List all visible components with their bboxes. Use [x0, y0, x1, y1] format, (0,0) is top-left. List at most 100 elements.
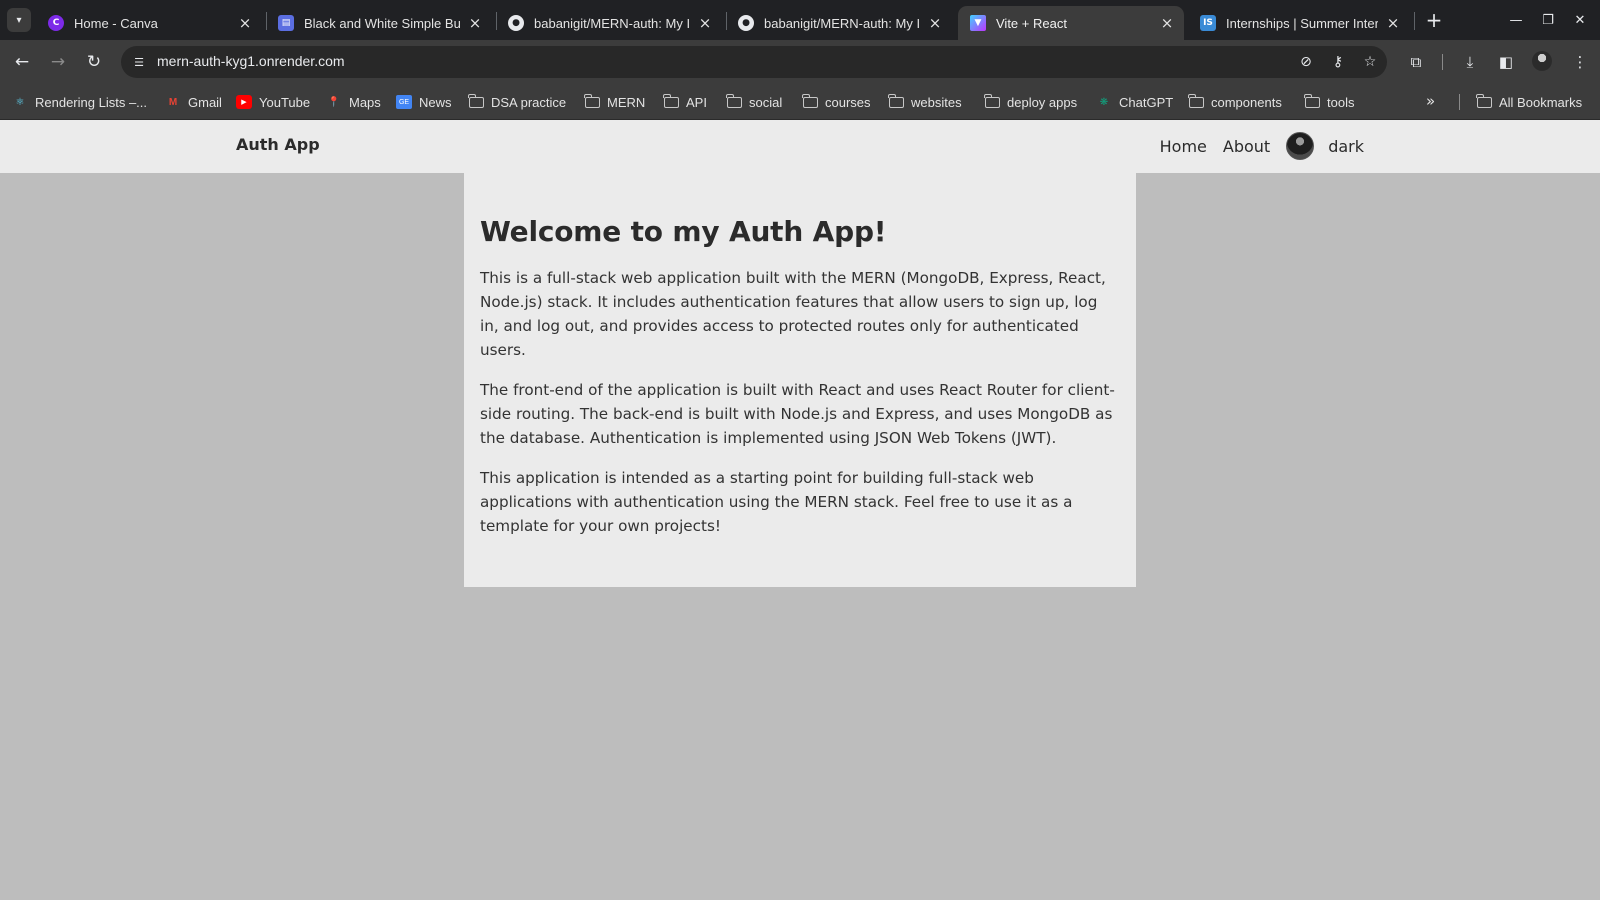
tab-github-2[interactable]: ● babanigit/MERN-auth: My I ×	[726, 6, 952, 40]
bookmark-label: Rendering Lists –...	[35, 94, 148, 110]
back-arrow-icon[interactable]: ←	[8, 48, 36, 76]
browser-profile-avatar[interactable]	[1532, 51, 1552, 71]
tab-canva[interactable]: C Home - Canva ×	[36, 6, 262, 40]
extensions-puzzle-icon[interactable]: ⧉	[1404, 50, 1428, 74]
bookmark-rendering-lists[interactable]: ⚛ Rendering Lists –...	[12, 92, 148, 112]
tab-divider	[1414, 12, 1415, 30]
browser-toolbar: ← → ↻ ☰ mern-auth-kyg1.onrender.com ⊘ ⚷ …	[0, 40, 1600, 84]
close-icon[interactable]: ×	[236, 14, 254, 32]
tab-title: Vite + React	[996, 15, 1067, 31]
tab-title: Home - Canva	[74, 15, 158, 31]
bookmark-label: tools	[1327, 94, 1355, 110]
window-close-icon[interactable]: ✕	[1566, 6, 1594, 34]
close-icon[interactable]: ×	[926, 14, 944, 32]
restore-icon[interactable]: ❐	[1534, 6, 1562, 34]
bookmark-folder-api[interactable]: API	[663, 92, 707, 112]
bookmark-folder-websites[interactable]: websites	[888, 92, 962, 112]
bookmark-label: deploy apps	[1007, 94, 1078, 110]
bookmark-gmail[interactable]: M Gmail	[165, 92, 222, 112]
tab-title: babanigit/MERN-auth: My I	[534, 15, 690, 31]
tab-strip: ▾ C Home - Canva × ▤ Black and White Sim…	[0, 0, 1600, 40]
app-brand-link[interactable]: Auth App	[236, 135, 320, 154]
bookmark-youtube[interactable]: ▶ YouTube	[236, 92, 310, 112]
folder-icon	[984, 93, 1000, 109]
bookmark-folder-deploy-apps[interactable]: deploy apps	[984, 92, 1077, 112]
username-label[interactable]: dark	[1328, 137, 1364, 156]
vite-icon: ▼	[970, 15, 986, 31]
folder-icon	[1476, 93, 1492, 109]
stack-paragraph: The front-end of the application is buil…	[480, 381, 1115, 447]
close-icon[interactable]: ×	[696, 14, 714, 32]
bookmark-label: YouTube	[259, 94, 311, 110]
nav-about-link[interactable]: About	[1223, 137, 1270, 156]
tab-title: babanigit/MERN-auth: My I	[764, 15, 920, 31]
minimize-icon[interactable]: —	[1502, 6, 1530, 34]
about-card: Welcome to my Auth App! This is a full-s…	[464, 173, 1136, 587]
all-bookmarks-folder[interactable]: All Bookmarks	[1476, 92, 1582, 112]
news-icon: GE	[396, 95, 412, 109]
more-bookmarks-chevron-icon[interactable]: »	[1426, 92, 1435, 110]
bookmarks-bar: ⚛ Rendering Lists –... M Gmail ▶ YouTube…	[0, 84, 1600, 120]
maps-icon: 📍	[327, 96, 341, 108]
toolbar-divider	[1442, 54, 1443, 70]
internshala-icon: IS	[1200, 15, 1216, 31]
address-bar[interactable]: ☰ mern-auth-kyg1.onrender.com ⊘ ⚷ ☆	[121, 46, 1387, 78]
app-header: Auth App Home About dark	[0, 120, 1600, 173]
tab-title: Black and White Simple Bu	[304, 15, 460, 31]
new-tab-plus-icon[interactable]: +	[1422, 8, 1446, 32]
bookmark-folder-mern[interactable]: MERN	[584, 92, 645, 112]
bookmark-maps[interactable]: 📍 Maps	[326, 92, 381, 112]
bookmark-news[interactable]: GE News	[396, 92, 452, 112]
close-icon[interactable]: ×	[1384, 14, 1402, 32]
canva-icon: C	[48, 15, 64, 31]
folder-icon	[1188, 93, 1204, 109]
bookmark-label: Gmail	[188, 94, 222, 110]
gmail-icon: M	[168, 96, 178, 108]
bookmark-folder-components[interactable]: components	[1188, 92, 1282, 112]
page-title: Welcome to my Auth App!	[480, 215, 887, 248]
nav-home-link[interactable]: Home	[1160, 137, 1207, 156]
folder-icon	[726, 93, 742, 109]
url-text[interactable]: mern-auth-kyg1.onrender.com	[157, 53, 345, 69]
bookmark-folder-social[interactable]: social	[726, 92, 782, 112]
github-icon: ●	[738, 15, 754, 31]
reload-icon[interactable]: ↻	[80, 48, 108, 76]
site-info-icon[interactable]: ☰	[129, 52, 149, 72]
bookmark-label: social	[749, 94, 783, 110]
document-icon: ▤	[278, 15, 294, 31]
bookmark-label: components	[1211, 94, 1282, 110]
folder-icon	[802, 93, 818, 109]
bookmark-label: All Bookmarks	[1499, 94, 1583, 110]
youtube-icon: ▶	[236, 95, 252, 109]
close-icon[interactable]: ×	[1158, 14, 1176, 32]
intro-paragraph: This is a full-stack web application bui…	[480, 269, 1106, 359]
bookmark-star-icon[interactable]: ☆	[1360, 52, 1380, 72]
more-menu-icon[interactable]: ⋮	[1568, 50, 1592, 74]
bookmark-chatgpt[interactable]: ❋ ChatGPT	[1096, 92, 1173, 112]
camera-blocked-icon[interactable]: ⊘	[1296, 52, 1316, 72]
download-icon[interactable]: ⤓	[1458, 50, 1482, 74]
bookmark-label: Maps	[349, 94, 381, 110]
bookmark-label: API	[686, 94, 707, 110]
bookmark-folder-dsa[interactable]: DSA practice	[468, 92, 566, 112]
side-panel-icon[interactable]: ◧	[1494, 50, 1518, 74]
bookmark-label: MERN	[607, 94, 646, 110]
tab-title: Internships | Summer Inter	[1226, 15, 1378, 31]
bookmark-label: websites	[911, 94, 962, 110]
tab-search-chevron-icon[interactable]: ▾	[7, 8, 31, 32]
forward-arrow-icon[interactable]: →	[44, 48, 72, 76]
user-avatar[interactable]	[1286, 132, 1315, 160]
page-viewport: Auth App Home About dark Welcome to my A…	[0, 120, 1600, 900]
bookmark-label: courses	[825, 94, 871, 110]
tab-internshala[interactable]: IS Internships | Summer Inter ×	[1188, 6, 1410, 40]
bookmark-folder-courses[interactable]: courses	[802, 92, 871, 112]
tab-vite-react[interactable]: ▼ Vite + React ×	[958, 6, 1184, 40]
password-key-icon[interactable]: ⚷	[1328, 52, 1348, 72]
bookmarks-divider	[1459, 94, 1460, 110]
close-icon[interactable]: ×	[466, 14, 484, 32]
tab-github-1[interactable]: ● babanigit/MERN-auth: My I ×	[496, 6, 722, 40]
tab-document[interactable]: ▤ Black and White Simple Bu ×	[266, 6, 492, 40]
bookmark-folder-tools[interactable]: tools	[1304, 92, 1354, 112]
folder-icon	[584, 93, 600, 109]
bookmark-label: DSA practice	[491, 94, 567, 110]
